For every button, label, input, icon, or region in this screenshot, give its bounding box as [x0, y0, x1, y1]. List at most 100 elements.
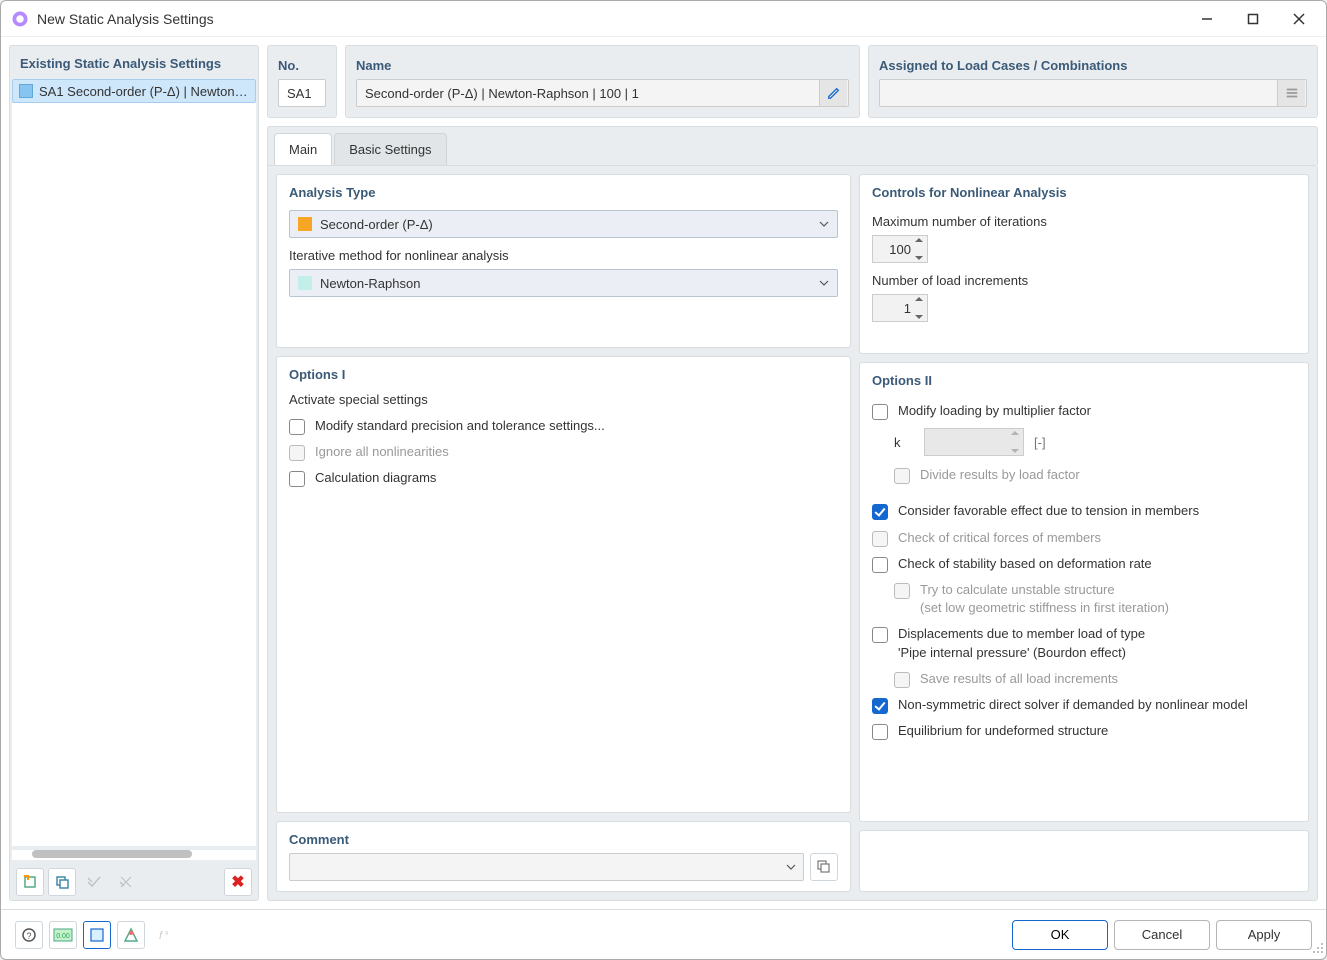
- load-incr-spinbox[interactable]: 1: [872, 294, 928, 322]
- k-spinbox: [924, 428, 1024, 456]
- non-sym-checkbox[interactable]: [872, 698, 888, 714]
- analysis-type-section: Analysis Type Second-order (P-Δ) Iterati…: [276, 174, 851, 348]
- resize-grip[interactable]: [1312, 942, 1324, 957]
- name-field[interactable]: Second-order (P-Δ) | Newton-Raphson | 10…: [356, 79, 849, 107]
- no-header: No.: [278, 52, 326, 79]
- units-button[interactable]: 0.00: [49, 921, 77, 949]
- ignore-nonlin-label: Ignore all nonlinearities: [315, 443, 838, 461]
- assigned-header: Assigned to Load Cases / Combinations: [879, 52, 1307, 79]
- name-header: Name: [356, 52, 849, 79]
- no-card: No. SA1: [267, 45, 337, 118]
- assigned-field[interactable]: [879, 79, 1307, 107]
- modify-loading-checkbox[interactable]: [872, 404, 888, 420]
- pencil-icon: [827, 86, 841, 100]
- k-unit: [-]: [1034, 435, 1046, 450]
- equilibrium-checkbox[interactable]: [872, 724, 888, 740]
- activate-label: Activate special settings: [289, 392, 838, 407]
- color-swatch: [19, 84, 33, 98]
- options2-title: Options II: [872, 373, 1296, 388]
- comment-dropdown-button[interactable]: [779, 854, 803, 880]
- graph-icon: [123, 927, 139, 943]
- analysis-type-combo[interactable]: Second-order (P-Δ): [289, 210, 838, 238]
- save-incr-checkbox: [894, 672, 910, 688]
- load-incr-value: 1: [904, 301, 911, 316]
- k-label: k: [894, 435, 914, 450]
- formula-button: fx: [151, 921, 179, 949]
- titlebar: New Static Analysis Settings: [1, 1, 1326, 37]
- try-unstable-sub: (set low geometric stiffness in first it…: [920, 600, 1169, 615]
- modify-precision-checkbox[interactable]: [289, 419, 305, 435]
- left-toolbar: ✖: [10, 864, 258, 900]
- view-button[interactable]: [83, 921, 111, 949]
- tab-content: Analysis Type Second-order (P-Δ) Iterati…: [267, 165, 1318, 901]
- options1-section: Options I Activate special settings Modi…: [276, 356, 851, 813]
- try-unstable-checkbox: [894, 583, 910, 599]
- maximize-button[interactable]: [1230, 3, 1276, 35]
- modify-precision-label: Modify standard precision and tolerance …: [315, 417, 838, 435]
- settings-tree[interactable]: SA1 Second-order (P-Δ) | Newton-Raphson: [12, 79, 256, 846]
- try-unstable-label: Try to calculate unstable structure: [920, 582, 1115, 597]
- tree-item-label: SA1 Second-order (P-Δ) | Newton-Raphson: [39, 84, 249, 99]
- minimize-button[interactable]: [1184, 3, 1230, 35]
- dialog-window: New Static Analysis Settings Existing St…: [0, 0, 1327, 960]
- assigned-card: Assigned to Load Cases / Combinations: [868, 45, 1318, 118]
- ok-button[interactable]: OK: [1012, 920, 1108, 950]
- max-iter-spinbox[interactable]: 100: [872, 235, 928, 263]
- left-panel: Existing Static Analysis Settings SA1 Se…: [9, 45, 259, 901]
- cancel-button[interactable]: Cancel: [1114, 920, 1210, 950]
- max-iter-value: 100: [889, 242, 911, 257]
- delete-button[interactable]: ✖: [224, 868, 252, 896]
- help-button[interactable]: ?: [15, 921, 43, 949]
- resize-grip-icon: [1312, 942, 1324, 954]
- tension-favorable-label: Consider favorable effect due to tension…: [898, 502, 1296, 520]
- assigned-detail-button[interactable]: [1277, 80, 1305, 106]
- ignore-nonlin-checkbox: [289, 445, 305, 461]
- edit-name-button[interactable]: [819, 80, 847, 106]
- units-icon: 0.00: [53, 928, 73, 942]
- options1-title: Options I: [289, 367, 838, 382]
- check-stability-label: Check of stability based on deformation …: [898, 555, 1296, 573]
- apply-button[interactable]: Apply: [1216, 920, 1312, 950]
- tree-row[interactable]: SA1 Second-order (P-Δ) | Newton-Raphson: [12, 79, 256, 103]
- non-sym-label: Non-symmetric direct solver if demanded …: [898, 696, 1296, 714]
- tension-favorable-checkbox[interactable]: [872, 504, 888, 520]
- comment-combo[interactable]: [289, 853, 804, 881]
- formula-icon: fx: [157, 927, 173, 943]
- analysis-type-title: Analysis Type: [289, 185, 838, 200]
- copy-item-button[interactable]: [48, 868, 76, 896]
- tab-basic-settings[interactable]: Basic Settings: [334, 133, 446, 165]
- svg-text:0.00: 0.00: [56, 933, 70, 940]
- no-field[interactable]: SA1: [278, 79, 326, 107]
- horizontal-scrollbar[interactable]: [12, 850, 256, 860]
- tab-strip: Main Basic Settings: [267, 126, 1318, 165]
- pipe-disp-label: Displacements due to member load of type: [898, 626, 1145, 641]
- close-button[interactable]: [1276, 3, 1322, 35]
- pipe-disp-checkbox[interactable]: [872, 627, 888, 643]
- iter-method-combo[interactable]: Newton-Raphson: [289, 269, 838, 297]
- load-incr-label: Number of load increments: [872, 273, 1296, 288]
- comment-section: Comment: [276, 821, 851, 892]
- view-icon: [89, 927, 105, 943]
- save-incr-label: Save results of all load increments: [920, 670, 1296, 688]
- svg-text:f: f: [159, 930, 163, 942]
- library-icon: [816, 859, 832, 875]
- chevron-down-icon: [819, 221, 829, 227]
- bottom-bar: ? 0.00 fx OK Cancel Apply: [1, 909, 1326, 959]
- iter-method-label: Iterative method for nonlinear analysis: [289, 248, 838, 263]
- svg-text:?: ?: [26, 931, 31, 941]
- comment-library-button[interactable]: [810, 853, 838, 881]
- check-stability-checkbox[interactable]: [872, 557, 888, 573]
- calc-diagrams-checkbox[interactable]: [289, 471, 305, 487]
- content: Existing Static Analysis Settings SA1 Se…: [1, 37, 1326, 909]
- color-swatch-icon: [298, 217, 312, 231]
- pipe-disp-sub: 'Pipe internal pressure' (Bourdon effect…: [898, 645, 1126, 660]
- divide-results-label: Divide results by load factor: [920, 466, 1296, 484]
- tab-main[interactable]: Main: [274, 133, 332, 165]
- calc-diagrams-label: Calculation diagrams: [315, 469, 838, 487]
- graph-button[interactable]: [117, 921, 145, 949]
- chevron-down-icon: [786, 864, 796, 870]
- color-swatch-icon: [298, 276, 312, 290]
- chevron-down-icon: [819, 280, 829, 286]
- check-critical-label: Check of critical forces of members: [898, 529, 1296, 547]
- new-item-button[interactable]: [16, 868, 44, 896]
